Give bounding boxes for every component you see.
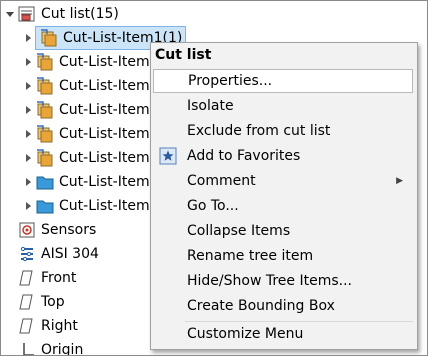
collapsed-arrow-icon[interactable] bbox=[21, 195, 35, 217]
plane-item-right[interactable]: Right bbox=[17, 315, 78, 337]
menu-item-collapse-items[interactable]: Collapse Items bbox=[153, 219, 413, 243]
favorites-star-icon bbox=[159, 147, 177, 169]
folder-icon bbox=[35, 172, 55, 192]
menu-item-rename-tree-item[interactable]: Rename tree item bbox=[153, 244, 413, 268]
sensors-item[interactable]: Sensors bbox=[17, 219, 96, 241]
submenu-arrow-icon: ▶ bbox=[396, 176, 403, 186]
plane-icon bbox=[17, 292, 37, 312]
collapsed-arrow-icon[interactable] bbox=[21, 75, 35, 97]
sheet-metal-cut-list-icon bbox=[35, 124, 55, 144]
collapsed-arrow-icon[interactable] bbox=[21, 123, 35, 145]
cut-list-item[interactable]: Cut-List-Item bbox=[21, 147, 150, 169]
sensors-icon bbox=[17, 220, 37, 240]
plane-label: Right bbox=[41, 318, 78, 334]
cut-list-item-label: Cut-List-Item bbox=[59, 150, 150, 166]
origin-item[interactable]: Origin bbox=[17, 339, 84, 356]
menu-item-exclude-from-cut-list[interactable]: Exclude from cut list bbox=[153, 119, 413, 143]
collapsed-arrow-icon[interactable] bbox=[21, 51, 35, 73]
cut-list-item[interactable]: Cut-List-Item bbox=[21, 123, 150, 145]
origin-icon bbox=[17, 340, 37, 355]
menu-item-properties[interactable]: Properties... bbox=[153, 69, 413, 93]
menu-item-customize-menu[interactable]: Customize Menu bbox=[153, 322, 413, 346]
folder-icon bbox=[35, 196, 55, 216]
cut-list-item[interactable]: Cut-List-Item bbox=[21, 171, 150, 193]
plane-icon bbox=[17, 268, 37, 288]
menu-item-hide-show-tree-items[interactable]: Hide/Show Tree Items... bbox=[153, 269, 413, 293]
cut-list-root-label: Cut list(15) bbox=[41, 6, 119, 22]
cut-list-root[interactable]: Cut list(15) bbox=[3, 3, 119, 25]
menu-item-isolate[interactable]: Isolate bbox=[153, 94, 413, 118]
material-item[interactable]: AISI 304 bbox=[17, 243, 99, 265]
sheet-metal-cut-list-icon bbox=[35, 148, 55, 168]
cut-list-item-label: Cut-List-Item bbox=[59, 78, 150, 94]
feature-tree-panel: Cut list(15) Cut-List-Item1(1) Cut-List-… bbox=[0, 0, 428, 356]
sheet-metal-cut-list-icon bbox=[35, 52, 55, 72]
context-menu: Cut list Properties... Isolate Exclude f… bbox=[150, 42, 418, 350]
plane-label: Top bbox=[41, 294, 65, 310]
cut-list-item[interactable]: Cut-List-Item bbox=[21, 51, 150, 73]
collapsed-arrow-icon[interactable] bbox=[21, 27, 35, 49]
cut-list-item-label: Cut-List-Item bbox=[59, 54, 150, 70]
sheet-metal-cut-list-icon bbox=[35, 76, 55, 96]
expanded-arrow-icon[interactable] bbox=[3, 3, 17, 25]
cut-list-item-label: Cut-List-Item bbox=[59, 126, 150, 142]
cut-list-item-label: Cut-List-Item bbox=[59, 174, 150, 190]
material-icon bbox=[17, 244, 37, 264]
sheet-metal-cut-list-icon bbox=[35, 100, 55, 120]
collapsed-arrow-icon[interactable] bbox=[21, 99, 35, 121]
material-label: AISI 304 bbox=[41, 246, 99, 262]
plane-label: Front bbox=[41, 270, 77, 286]
plane-icon bbox=[17, 316, 37, 336]
cut-list-folder-icon bbox=[17, 4, 37, 24]
plane-item-front[interactable]: Front bbox=[17, 267, 76, 289]
collapsed-arrow-icon[interactable] bbox=[21, 171, 35, 193]
menu-item-go-to[interactable]: Go To... bbox=[153, 194, 413, 218]
sensors-label: Sensors bbox=[41, 222, 97, 238]
plane-item-top[interactable]: Top bbox=[17, 291, 65, 313]
context-menu-title: Cut list bbox=[155, 47, 212, 63]
collapsed-arrow-icon[interactable] bbox=[21, 147, 35, 169]
menu-item-create-bounding-box[interactable]: Create Bounding Box bbox=[153, 294, 413, 318]
cut-list-item[interactable]: Cut-List-Item bbox=[21, 99, 150, 121]
cut-list-item[interactable]: Cut-List-Item bbox=[21, 195, 150, 217]
menu-item-add-to-favorites[interactable]: Add to Favorites bbox=[153, 144, 413, 168]
cut-list-item-label: Cut-List-Item bbox=[59, 198, 150, 214]
sheet-metal-cut-list-icon bbox=[39, 28, 59, 48]
cut-list-item[interactable]: Cut-List-Item bbox=[21, 75, 150, 97]
menu-item-comment[interactable]: Comment ▶ bbox=[153, 169, 413, 193]
cut-list-item-label: Cut-List-Item bbox=[59, 102, 150, 118]
origin-label: Origin bbox=[41, 342, 84, 356]
